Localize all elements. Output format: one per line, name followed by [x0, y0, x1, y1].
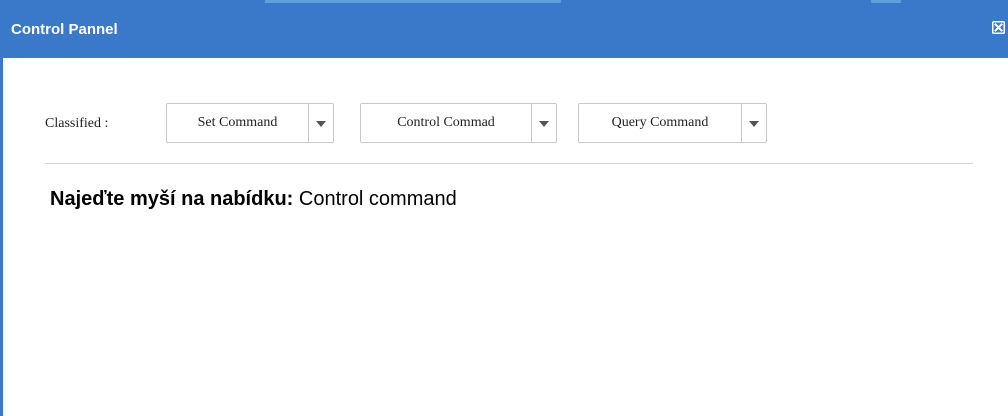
classified-label: Classified :	[45, 116, 109, 131]
query-command-button[interactable]: Query Command	[579, 104, 741, 142]
chevron-down-icon	[539, 121, 549, 127]
hover-hint-label: Najeďte myší na nabídku:	[50, 188, 294, 210]
set-command-dropdown[interactable]: Set Command	[166, 103, 334, 143]
chevron-down-icon	[316, 121, 326, 127]
query-command-arrow-button[interactable]	[741, 104, 766, 142]
chevron-down-icon	[749, 121, 759, 127]
command-toolbar: Classified : Set Command Control Commad …	[3, 103, 1008, 145]
control-command-dropdown[interactable]: Control Commad	[360, 103, 557, 143]
close-icon	[992, 21, 1005, 34]
control-panel-window: Control Pannel Classified : Set Command …	[0, 0, 1008, 416]
title-bar-highlight-right	[871, 0, 901, 3]
set-command-button[interactable]: Set Command	[167, 104, 308, 142]
hover-hint: Najeďte myší na nabídku: Control command	[50, 188, 457, 211]
title-bar[interactable]: Control Pannel	[3, 0, 1008, 58]
toolbar-divider	[45, 163, 973, 164]
control-command-arrow-button[interactable]	[531, 104, 556, 142]
control-command-button[interactable]: Control Commad	[361, 104, 531, 142]
close-button[interactable]	[992, 21, 1005, 34]
title-bar-highlight	[265, 0, 561, 3]
hover-hint-value: Control command	[298, 188, 457, 210]
window-title: Control Pannel	[11, 21, 118, 38]
query-command-dropdown[interactable]: Query Command	[578, 103, 767, 143]
set-command-arrow-button[interactable]	[308, 104, 333, 142]
